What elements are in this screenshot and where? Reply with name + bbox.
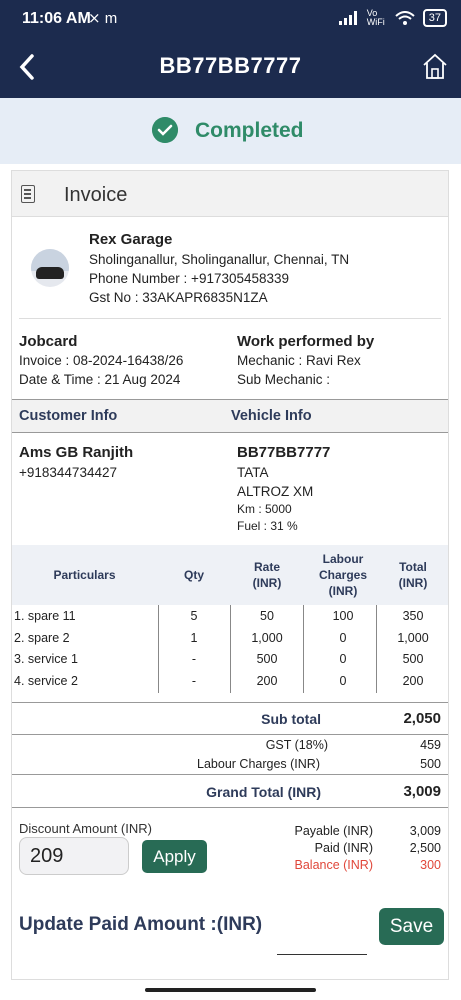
payable-value: 3,009 xyxy=(409,824,441,838)
gst-value: 459 xyxy=(420,738,441,752)
table-row-item: 1. spare 11 xyxy=(14,609,76,623)
info-section-header: Customer Info Vehicle Info xyxy=(12,399,448,433)
discount-input[interactable]: 209 xyxy=(19,837,129,875)
invoice-card: Invoice Rex Garage Sholinganallur, Sholi… xyxy=(11,170,449,980)
subtotal-row: Sub total 2,050 xyxy=(12,702,448,734)
col-divider xyxy=(303,605,304,693)
gst-label: GST (18%) xyxy=(265,738,328,752)
table-cell-rate: 50 xyxy=(260,609,274,623)
table-cell-rate: 1,000 xyxy=(251,630,283,645)
charges-row: GST (18%) 459 Labour Charges (INR) 500 xyxy=(12,734,448,774)
table-cell-qty: - xyxy=(191,652,197,666)
table-cell-qty: 1 xyxy=(190,630,198,645)
subtotal-value: 2,050 xyxy=(403,710,441,727)
home-icon[interactable] xyxy=(422,52,448,80)
customer-info-title: Customer Info xyxy=(19,408,118,424)
col-rate: Rate (INR) xyxy=(252,560,282,590)
grand-total-value: 3,009 xyxy=(403,783,441,800)
table-cell-total: 1,000 xyxy=(397,630,429,645)
status-bar: 11:06 AM ⨯ m Vo WiFi 37 xyxy=(0,0,461,38)
col-particulars: Particulars xyxy=(53,568,116,582)
table-cell-labour: 0 xyxy=(339,630,347,645)
paid-label: Paid (INR) xyxy=(314,841,373,855)
table-cell-rate: 500 xyxy=(256,652,278,666)
job-status-banner: Completed xyxy=(0,98,461,164)
work-performed-title: Work performed by xyxy=(237,333,375,350)
notification-icons: ⨯ m xyxy=(88,10,118,27)
col-divider xyxy=(230,605,231,693)
subtotal-label: Sub total xyxy=(261,711,321,727)
balance-label: Balance (INR) xyxy=(294,858,374,872)
vehicle-model: ALTROZ XM xyxy=(237,484,314,499)
paid-amount-input[interactable] xyxy=(277,919,367,955)
save-button[interactable]: Save xyxy=(379,908,444,945)
table-cell-qty: 5 xyxy=(190,609,198,623)
invoice-header: Invoice xyxy=(12,171,448,217)
labour-charges-value: 500 xyxy=(420,757,441,771)
table-cell-total: 500 xyxy=(402,652,424,666)
customer-name: Ams GB Ranjith xyxy=(19,444,134,461)
vehicle-make: TATA xyxy=(237,465,269,480)
vehicle-fuel: Fuel : 31 % xyxy=(237,519,298,533)
table-row-item: 4. service 2 xyxy=(14,673,78,688)
clock: 11:06 AM xyxy=(22,10,91,27)
customer-phone: +918344734427 xyxy=(19,465,117,480)
garage-name: Rex Garage xyxy=(89,231,173,248)
garage-logo xyxy=(31,249,69,287)
battery-icon: 37 xyxy=(422,9,447,27)
wifi-icon xyxy=(395,10,415,25)
sub-mechanic: Sub Mechanic : xyxy=(237,372,331,387)
table-header: Particulars Qty Rate (INR) Labour Charge… xyxy=(12,545,448,605)
col-total: Total (INR) xyxy=(398,560,428,590)
payable-label: Payable (INR) xyxy=(294,824,374,838)
table-cell-labour: 0 xyxy=(339,652,347,666)
table-row-item: 2. spare 2 xyxy=(14,630,70,645)
divider xyxy=(19,318,441,319)
app-bar: BB77BB7777 xyxy=(0,38,461,98)
check-circle-icon xyxy=(152,117,178,143)
table-row-item: 3. service 1 xyxy=(14,652,78,666)
gesture-nav-bar[interactable] xyxy=(145,988,316,992)
balance-value: 300 xyxy=(420,858,441,872)
update-paid-label: Update Paid Amount :(INR) xyxy=(19,914,263,935)
job-datetime: Date & Time : 21 Aug 2024 xyxy=(19,372,181,387)
status-label: Completed xyxy=(195,119,304,142)
jobcard-title: Jobcard xyxy=(19,333,78,350)
table-cell-labour: 100 xyxy=(332,609,354,623)
apply-button[interactable]: Apply xyxy=(142,840,207,873)
grand-total-label: Grand Total (INR) xyxy=(206,784,321,800)
labour-charges-label: Labour Charges (INR) xyxy=(197,757,320,771)
col-divider xyxy=(158,605,159,693)
vehicle-reg: BB77BB7777 xyxy=(237,444,331,461)
col-labour: Labour Charges (INR) xyxy=(318,552,368,598)
invoice-number: Invoice : 08-2024-16438/26 xyxy=(19,353,184,368)
table-cell-rate: 200 xyxy=(256,673,278,688)
garage-phone: Phone Number : +917305458339 xyxy=(89,271,290,286)
grand-total-row: Grand Total (INR) 3,009 xyxy=(12,774,448,808)
garage-gst: Gst No : 33AKAPR6835N1ZA xyxy=(89,290,268,305)
invoice-title: Invoice xyxy=(64,184,128,206)
signal-icon xyxy=(338,11,357,25)
document-icon xyxy=(21,185,35,203)
col-qty: Qty xyxy=(183,568,204,582)
garage-address: Sholinganallur, Sholinganallur, Chennai,… xyxy=(89,252,350,267)
table-cell-total: 200 xyxy=(402,673,424,688)
vehicle-km: Km : 5000 xyxy=(237,502,292,516)
mechanic: Mechanic : Ravi Rex xyxy=(237,353,361,368)
paid-value: 2,500 xyxy=(409,841,441,855)
page-title: BB77BB7777 xyxy=(159,53,302,78)
discount-label: Discount Amount (INR) xyxy=(19,821,152,836)
system-icons: Vo WiFi 37 xyxy=(338,8,447,27)
table-cell-labour: 0 xyxy=(339,673,347,688)
vehicle-info-title: Vehicle Info xyxy=(231,408,312,424)
table-cell-total: 350 xyxy=(402,609,424,623)
table-cell-qty: - xyxy=(191,673,197,688)
vowifi-label: Vo WiFi xyxy=(366,8,385,27)
